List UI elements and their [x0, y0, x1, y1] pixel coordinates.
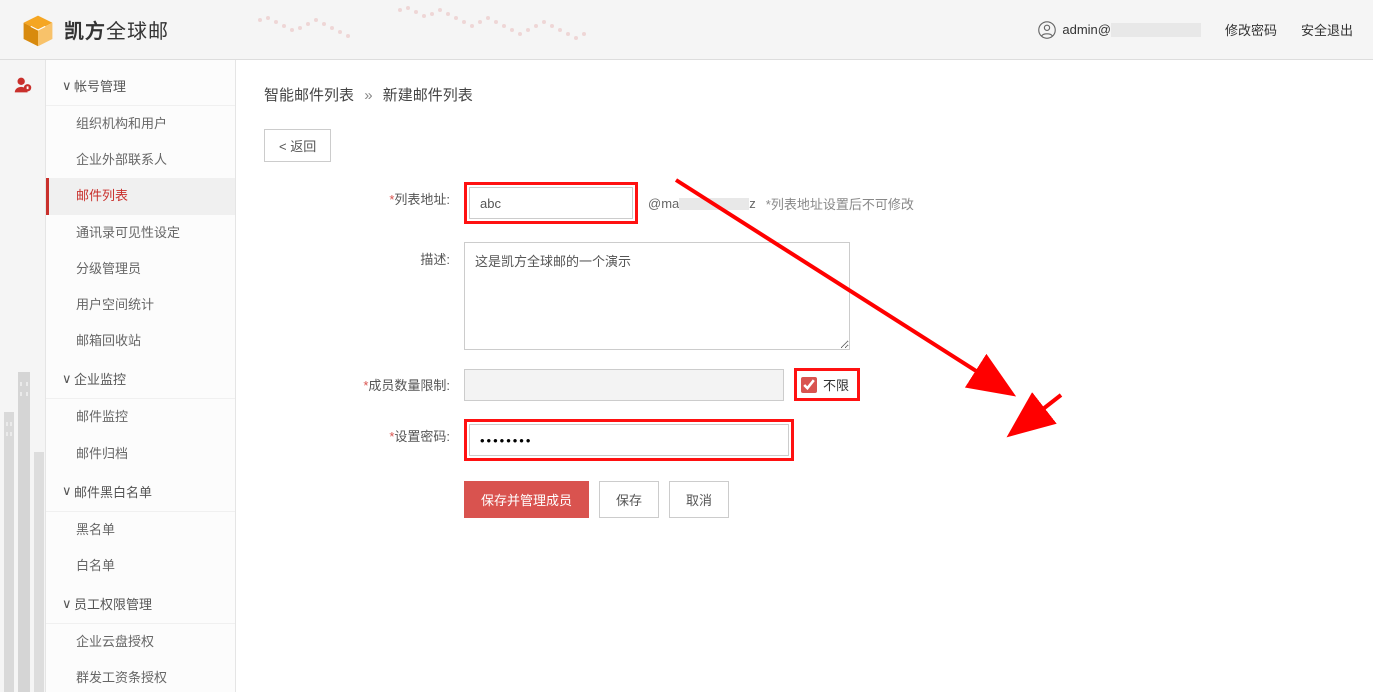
sidebar-item[interactable]: 邮件列表 — [46, 178, 235, 214]
sidebar-group-title[interactable]: ∨ 企业监控 — [46, 359, 235, 399]
back-button[interactable]: < 返回 — [264, 129, 331, 162]
breadcrumb-separator: » — [364, 87, 372, 104]
sidebar-item[interactable]: 邮箱回收站 — [46, 323, 235, 359]
password-input[interactable] — [469, 424, 789, 456]
user-icon — [1038, 21, 1056, 39]
label-member-limit: *成员数量限制: — [264, 368, 464, 394]
sidebar-group-title[interactable]: ∨ 邮件黑白名单 — [46, 472, 235, 512]
form-area: *列表地址: @maz *列表地址设置后不可修改 描述: — [236, 182, 1373, 518]
domain-suffix: @maz — [648, 196, 756, 211]
sidebar-item[interactable]: 企业外部联系人 — [46, 142, 235, 178]
highlight-address — [464, 182, 638, 224]
logout-link[interactable]: 安全退出 — [1301, 20, 1353, 39]
user-label: admin@ — [1062, 22, 1201, 38]
worldmap-decoration — [220, 0, 720, 60]
sidebar-item[interactable]: 用户空间统计 — [46, 287, 235, 323]
address-hint: *列表地址设置后不可修改 — [766, 194, 914, 213]
sidebar: ∨ 帐号管理组织机构和用户企业外部联系人邮件列表通讯录可见性设定分级管理员用户空… — [46, 60, 236, 692]
row-password: *设置密码: — [264, 419, 1345, 461]
user-info[interactable]: admin@ — [1038, 21, 1201, 39]
label-description: 描述: — [264, 242, 464, 268]
breadcrumb-a[interactable]: 智能邮件列表 — [264, 87, 354, 104]
sidebar-item[interactable]: 群发工资条授权 — [46, 660, 235, 692]
header-right: admin@ 修改密码 安全退出 — [1038, 20, 1353, 39]
row-list-address: *列表地址: @maz *列表地址设置后不可修改 — [264, 182, 1345, 224]
change-password-link[interactable]: 修改密码 — [1225, 20, 1277, 39]
chevron-down-icon: ∨ — [62, 483, 70, 499]
chevron-down-icon: ∨ — [62, 596, 70, 612]
unlimited-checkbox[interactable] — [801, 377, 817, 393]
blurred-domain-2 — [679, 198, 749, 210]
sidebar-item[interactable]: 组织机构和用户 — [46, 106, 235, 142]
icon-column — [0, 60, 46, 692]
building-decoration — [0, 352, 46, 692]
highlight-unlimited: 不限 — [794, 368, 860, 401]
breadcrumb: 智能邮件列表 » 新建邮件列表 — [236, 60, 1373, 119]
main-layout: ∨ 帐号管理组织机构和用户企业外部联系人邮件列表通讯录可见性设定分级管理员用户空… — [0, 60, 1373, 692]
save-button[interactable]: 保存 — [599, 481, 659, 518]
cube-icon — [20, 12, 56, 48]
brand-text: 凯方全球邮 — [64, 15, 169, 44]
breadcrumb-b: 新建邮件列表 — [383, 87, 473, 104]
sidebar-item[interactable]: 邮件归档 — [46, 436, 235, 472]
list-address-input[interactable] — [469, 187, 633, 219]
sidebar-item[interactable]: 通讯录可见性设定 — [46, 215, 235, 251]
sidebar-item[interactable]: 企业云盘授权 — [46, 624, 235, 660]
brand-logo: 凯方全球邮 — [20, 12, 169, 48]
sidebar-group-title[interactable]: ∨ 帐号管理 — [46, 66, 235, 106]
sidebar-item[interactable]: 分级管理员 — [46, 251, 235, 287]
save-and-manage-button[interactable]: 保存并管理成员 — [464, 481, 589, 518]
label-password: *设置密码: — [264, 419, 464, 445]
sidebar-item[interactable]: 邮件监控 — [46, 399, 235, 435]
row-member-limit: *成员数量限制: 不限 — [264, 368, 1345, 401]
main-content: 智能邮件列表 » 新建邮件列表 < 返回 *列表地址: @maz *列表地址设置… — [236, 60, 1373, 692]
label-list-address: *列表地址: — [264, 182, 464, 208]
description-textarea[interactable] — [464, 242, 850, 350]
cancel-button[interactable]: 取消 — [669, 481, 729, 518]
app-header: 凯方全球邮 admin@ 修改密码 安全退出 — [0, 0, 1373, 60]
sidebar-group-title[interactable]: ∨ 员工权限管理 — [46, 584, 235, 624]
unlimited-label: 不限 — [823, 375, 849, 394]
sidebar-item[interactable]: 黑名单 — [46, 512, 235, 548]
button-row: 保存并管理成员 保存 取消 — [464, 481, 1345, 518]
chevron-down-icon: ∨ — [62, 78, 70, 94]
blurred-domain — [1111, 23, 1201, 37]
admin-icon[interactable] — [12, 74, 34, 96]
member-limit-input[interactable] — [464, 369, 784, 401]
highlight-password — [464, 419, 794, 461]
sidebar-item[interactable]: 白名单 — [46, 548, 235, 584]
chevron-down-icon: ∨ — [62, 371, 70, 387]
row-description: 描述: — [264, 242, 1345, 350]
